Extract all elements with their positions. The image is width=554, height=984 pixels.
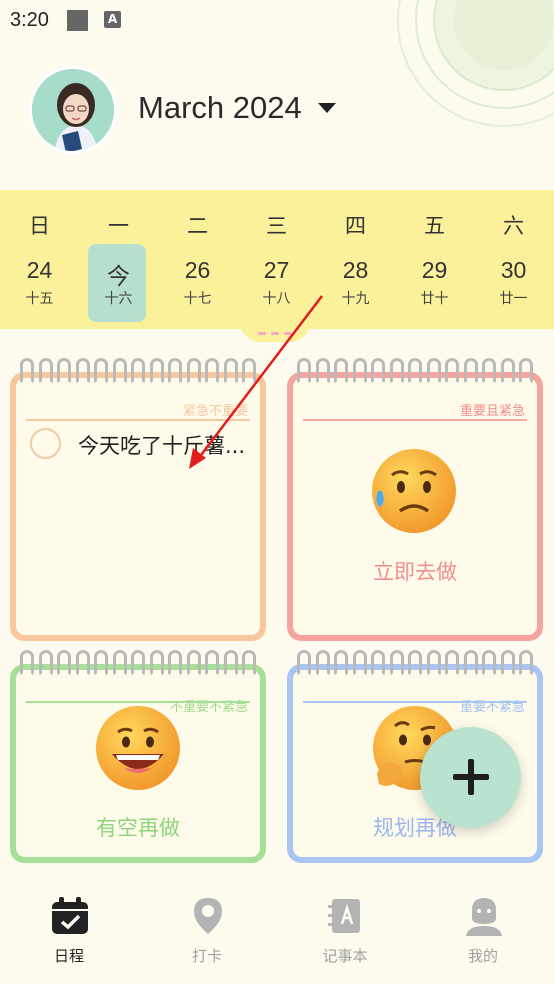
nav-label: 我的 <box>467 947 498 965</box>
nav-item-checkin[interactable]: 打卡 <box>138 880 276 984</box>
user-icon <box>466 898 502 936</box>
bottom-nav: 日程 打卡 记事本 我的 <box>0 880 554 984</box>
nav-label: 日程 <box>53 947 84 965</box>
nav-label: 打卡 <box>191 947 222 965</box>
nav-item-notebook[interactable]: 记事本 <box>276 880 414 984</box>
location-pin-icon <box>194 898 222 934</box>
calendar-check-icon <box>52 897 88 934</box>
app-screen: 3:20 A March 2024 日 24 十五 一 今 十六 二 26 十七… <box>0 0 554 984</box>
nav-item-schedule[interactable]: 日程 <box>0 880 138 984</box>
notebook-icon <box>328 899 360 933</box>
nav-item-profile[interactable]: 我的 <box>414 880 552 984</box>
nav-label: 记事本 <box>322 947 368 965</box>
annotation-arrow <box>189 295 323 469</box>
